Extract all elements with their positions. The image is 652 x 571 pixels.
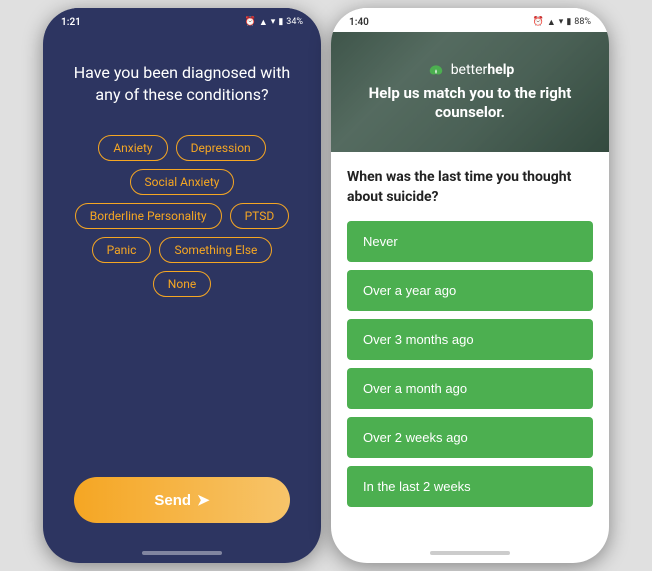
option-over-month[interactable]: Over a month ago bbox=[347, 368, 593, 409]
battery-pct: 34% bbox=[286, 17, 303, 27]
brand-prefix: better bbox=[451, 62, 488, 78]
option-over-year[interactable]: Over a year ago bbox=[347, 270, 593, 311]
left-content: Have you been diagnosed with any of thes… bbox=[43, 32, 321, 563]
wifi-icon: ▾ bbox=[271, 17, 276, 27]
option-over-3months[interactable]: Over 3 months ago bbox=[347, 319, 593, 360]
battery-icon: ▮ bbox=[278, 17, 283, 27]
left-status-bar: 1:21 ⏰ ▲ ▾ ▮ 34% bbox=[43, 8, 321, 32]
left-phone: 1:21 ⏰ ▲ ▾ ▮ 34% Have you been diagnosed… bbox=[43, 8, 321, 563]
right-status-icons: ⏰ ▲ ▾ ▮ 88% bbox=[533, 17, 591, 28]
option-in-last-2weeks[interactable]: In the last 2 weeks bbox=[347, 466, 593, 507]
tag-anxiety[interactable]: Anxiety bbox=[98, 135, 167, 161]
tag-something-else[interactable]: Something Else bbox=[159, 237, 272, 263]
header-image: betterhelp Help us match you to the righ… bbox=[331, 32, 609, 152]
betterhelp-logo-icon bbox=[426, 63, 446, 77]
option-never[interactable]: Never bbox=[347, 221, 593, 262]
brand-text: betterhelp bbox=[451, 62, 515, 78]
tag-depression[interactable]: Depression bbox=[176, 135, 266, 161]
signal-icon: ▲ bbox=[259, 17, 268, 28]
arrow-icon: ➤ bbox=[197, 491, 210, 509]
right-wifi-icon: ▾ bbox=[559, 17, 564, 27]
tag-panic[interactable]: Panic bbox=[92, 237, 152, 263]
tag-borderline[interactable]: Borderline Personality bbox=[75, 203, 222, 229]
suicide-question: When was the last time you thought about… bbox=[347, 168, 593, 207]
right-body: When was the last time you thought about… bbox=[331, 152, 609, 517]
tag-social-anxiety[interactable]: Social Anxiety bbox=[130, 169, 235, 195]
left-time: 1:21 bbox=[61, 17, 81, 28]
right-status-bar: 1:40 ⏰ ▲ ▾ ▮ 88% bbox=[331, 8, 609, 32]
right-alarm-icon: ⏰ bbox=[533, 17, 544, 27]
right-time: 1:40 bbox=[349, 17, 369, 28]
right-phone: 1:40 ⏰ ▲ ▾ ▮ 88% betterhelp Help us ma bbox=[331, 8, 609, 563]
left-status-icons: ⏰ ▲ ▾ ▮ 34% bbox=[245, 17, 303, 28]
right-signal-icon: ▲ bbox=[547, 17, 556, 28]
option-over-2weeks[interactable]: Over 2 weeks ago bbox=[347, 417, 593, 458]
alarm-icon: ⏰ bbox=[245, 17, 256, 27]
right-home-indicator bbox=[430, 551, 510, 555]
tags-container: Anxiety Depression Social Anxiety Border… bbox=[63, 135, 301, 297]
brand-suffix: help bbox=[487, 62, 514, 78]
left-home-indicator bbox=[142, 551, 222, 555]
right-battery-icon: ▮ bbox=[566, 17, 571, 27]
brand-logo: betterhelp bbox=[426, 62, 515, 78]
tag-none[interactable]: None bbox=[153, 271, 211, 297]
left-question: Have you been diagnosed with any of thes… bbox=[63, 62, 301, 107]
tag-ptsd[interactable]: PTSD bbox=[230, 203, 290, 229]
right-battery-pct: 88% bbox=[574, 17, 591, 27]
send-label: Send bbox=[154, 492, 191, 509]
send-button[interactable]: Send ➤ bbox=[74, 477, 289, 523]
header-tagline: Help us match you to the right counselor… bbox=[331, 84, 609, 123]
